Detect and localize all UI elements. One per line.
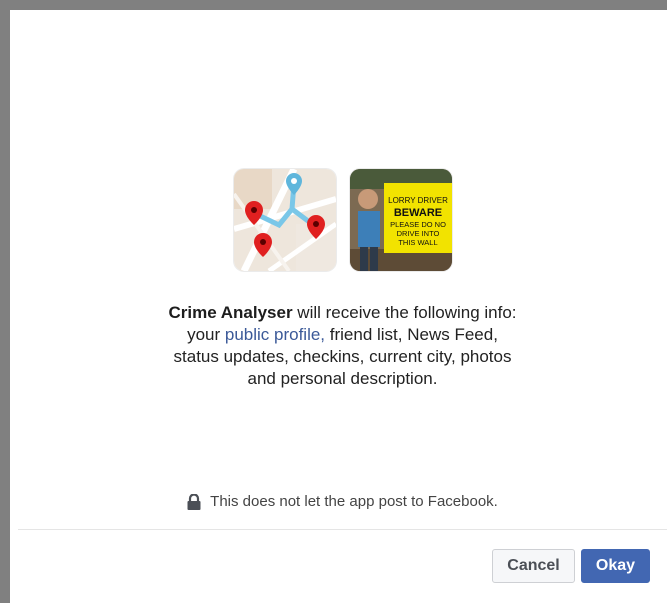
map-pins-icon	[233, 169, 336, 271]
dialog-icons: LORRY DRIVER BEWARE PLEASE DO NO DRIVE I…	[18, 169, 667, 271]
message-line-4: and personal description.	[247, 369, 438, 388]
public-profile-link[interactable]: public profile,	[225, 325, 325, 344]
window-frame-left	[0, 0, 10, 603]
window-frame-bottom	[10, 598, 667, 603]
sign-line-2: BEWARE	[393, 207, 441, 219]
lock-icon	[187, 493, 201, 510]
post-permission-notice: This does not let the app post to Facebo…	[18, 493, 667, 510]
sign-line-3: PLEASE DO NO	[390, 220, 446, 229]
sign-line-4: DRIVE INTO	[396, 229, 439, 238]
sign-line-1: LORRY DRIVER	[388, 196, 448, 205]
footer-divider	[18, 529, 667, 530]
message-line-2-pre: your	[187, 325, 225, 344]
message-intro: will receive the following info:	[292, 303, 517, 322]
user-photo-avatar: LORRY DRIVER BEWARE PLEASE DO NO DRIVE I…	[349, 169, 452, 271]
sign-line-5: THIS WALL	[398, 238, 437, 247]
permission-dialog: LORRY DRIVER BEWARE PLEASE DO NO DRIVE I…	[18, 19, 667, 598]
cancel-button[interactable]: Cancel	[492, 549, 575, 583]
permissions-message: Crime Analyser will receive the followin…	[18, 302, 667, 390]
message-line-1: Crime Analyser will receive the followin…	[18, 302, 667, 324]
message-line-2: your public profile, friend list, News F…	[18, 324, 667, 346]
window-frame-top	[0, 0, 667, 10]
notice-text: This does not let the app post to Facebo…	[210, 493, 498, 510]
message-line-2-post: friend list, News Feed,	[325, 325, 498, 344]
app-name: Crime Analyser	[168, 303, 293, 322]
message-line-3: status updates, checkins, current city, …	[173, 347, 512, 366]
okay-button[interactable]: Okay	[581, 549, 650, 583]
